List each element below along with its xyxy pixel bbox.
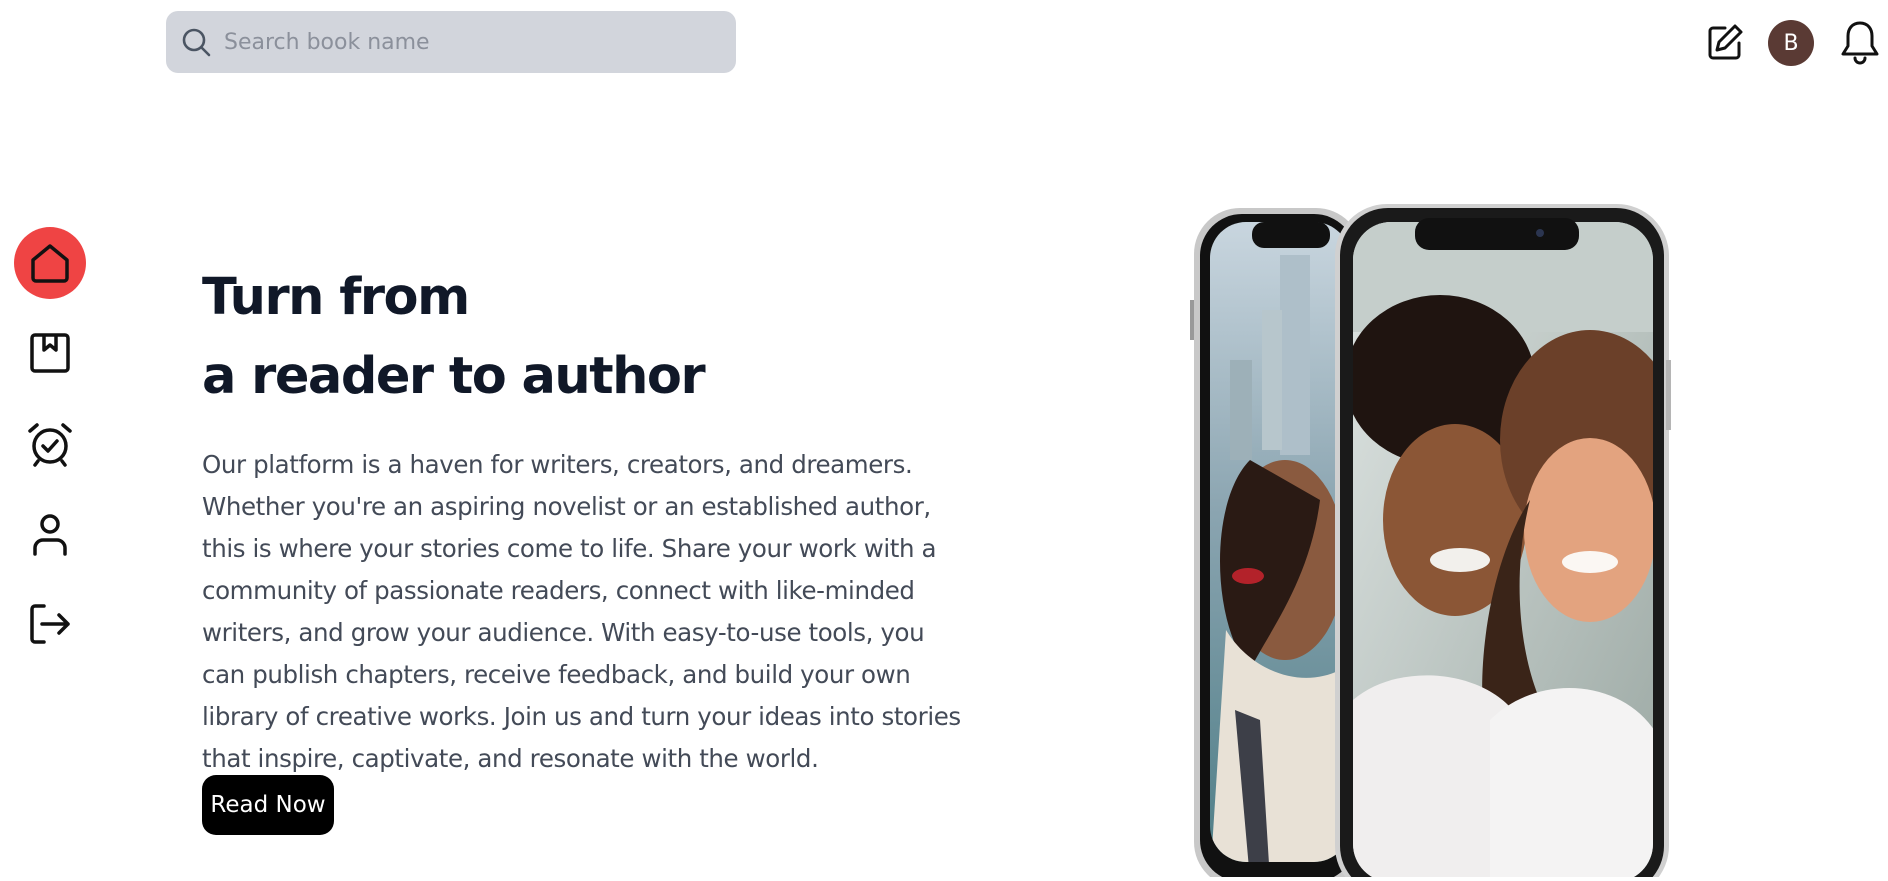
sidebar-item-library[interactable] <box>14 317 86 389</box>
user-icon <box>33 514 67 556</box>
hero-title-line-2: a reader to author <box>202 347 706 406</box>
hero-title-line-1: Turn from <box>202 268 470 327</box>
bell-icon <box>1841 21 1879 65</box>
phones-illustration <box>1190 200 1680 881</box>
phone-mockup-image <box>1190 204 1671 881</box>
search-bar[interactable] <box>166 11 736 73</box>
hero-title: Turn from a reader to author <box>202 258 962 416</box>
read-now-button[interactable]: Read Now <box>202 775 334 835</box>
logout-icon <box>30 604 70 644</box>
top-bar: B <box>0 0 1888 90</box>
home-icon <box>31 244 69 283</box>
edit-icon <box>1708 24 1743 60</box>
sidebar-item-reminders[interactable] <box>14 408 86 480</box>
avatar-initial: B <box>1783 30 1799 56</box>
alarm-check-icon <box>28 423 72 467</box>
sidebar-item-profile[interactable] <box>14 498 86 570</box>
hero-description: Our platform is a haven for writers, cre… <box>202 450 961 773</box>
avatar[interactable]: B <box>1768 20 1814 66</box>
search-input[interactable] <box>222 28 706 56</box>
sidebar-item-logout[interactable] <box>14 588 86 660</box>
notifications-button[interactable] <box>1838 18 1882 66</box>
write-button[interactable] <box>1705 20 1745 64</box>
bookmark-book-icon <box>30 333 70 373</box>
search-icon <box>182 28 211 57</box>
sidebar-item-home[interactable] <box>14 227 86 299</box>
hero-section: Turn from a reader to author Our platfor… <box>202 258 962 780</box>
front-phone <box>1335 204 1671 881</box>
